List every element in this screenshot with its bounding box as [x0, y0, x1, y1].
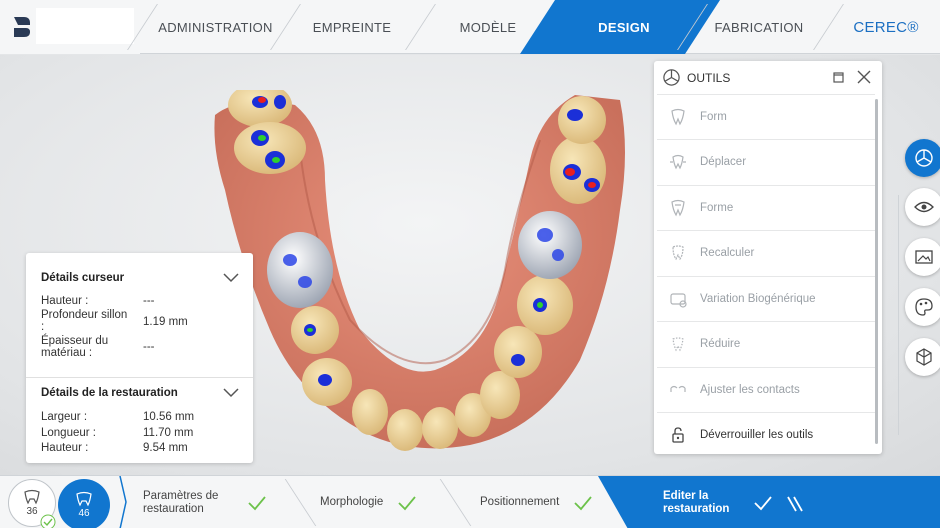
step-parametres-restauration[interactable]: Paramètres de restauration	[143, 476, 293, 528]
molar-icon	[24, 489, 40, 505]
tool-forme-label: Forme	[700, 202, 734, 214]
step-editer-restauration[interactable]: Editer la restauration	[663, 476, 783, 528]
top-navigation-bar: ADMINISTRATION EMPREINTE MODÈLE DESIGN F…	[0, 0, 940, 54]
unlock-icon	[672, 427, 684, 443]
side-tools-button[interactable]	[905, 139, 940, 177]
tool-recalculer-label: Recalculer	[700, 247, 755, 259]
tooth-36-check-icon	[40, 514, 56, 528]
workflow-bar: 36 46 Paramètres de restauration Morphol…	[0, 475, 940, 528]
molar-icon	[76, 491, 92, 507]
shape-tooth-icon	[671, 199, 685, 217]
divider	[26, 377, 253, 378]
tooth-36-number: 36	[26, 506, 38, 517]
tooth-46-button[interactable]: 46	[58, 479, 110, 528]
scrollbar[interactable]	[875, 99, 878, 444]
side-3d-button[interactable]	[905, 338, 940, 376]
tab-design[interactable]: DESIGN	[555, 0, 693, 54]
tab-modele[interactable]: MODÈLE	[424, 0, 552, 54]
reduce-icon	[672, 337, 684, 352]
step-morphologie[interactable]: Morphologie	[320, 476, 460, 528]
tool-ajuster-contacts-label: Ajuster les contacts	[700, 384, 800, 396]
cerec-brand: CEREC®	[853, 18, 919, 36]
check-icon	[754, 495, 772, 510]
restoration-height-value: 9.54 mm	[143, 442, 188, 454]
logo-area	[0, 0, 140, 54]
restoration-length-value: 11.70 mm	[143, 427, 194, 439]
restoration-length-label: Longueur :	[41, 427, 96, 439]
tool-reduire-label: Réduire	[700, 338, 741, 350]
step-parametres-label: Paramètres de restauration	[143, 489, 219, 515]
tool-reduire[interactable]: Réduire	[657, 321, 875, 366]
tab-fabrication[interactable]: FABRICATION	[694, 0, 824, 54]
side-view-button[interactable]	[905, 188, 940, 226]
side-palette-button[interactable]	[905, 288, 940, 326]
tool-forme[interactable]: Forme	[657, 185, 875, 230]
cursor-height-label: Hauteur :	[41, 295, 89, 307]
restoration-details-title: Détails de la restauration	[41, 387, 178, 399]
tooth-46-number: 46	[78, 508, 90, 519]
minimize-icon[interactable]	[833, 72, 844, 83]
tool-recalculer[interactable]: Recalculer	[657, 230, 875, 275]
side-toolbar-line	[898, 195, 899, 435]
eye-icon	[914, 201, 934, 213]
tool-deverrouiller[interactable]: Déverrouiller les outils	[657, 412, 875, 457]
outils-panel: OUTILS Form Déplacer Forme Recalculer Va…	[654, 61, 882, 454]
cursor-depth-label: Profondeur sillon :	[41, 309, 128, 333]
move-tooth-icon	[670, 154, 686, 170]
tool-form-label: Form	[700, 111, 727, 123]
cursor-thickness-label: Épaisseur du matériau :	[41, 335, 109, 359]
chevron-down-icon[interactable]	[223, 273, 239, 283]
image-icon	[915, 250, 933, 264]
step-positionnement-label: Positionnement	[480, 496, 560, 508]
tool-deplacer[interactable]: Déplacer	[657, 139, 875, 184]
tool-form[interactable]: Form	[657, 94, 875, 139]
dentsply-logo-icon	[14, 17, 30, 37]
tools-icon	[915, 149, 933, 167]
check-icon	[398, 495, 416, 510]
side-image-button[interactable]	[905, 238, 940, 276]
step-end-stripes-icon	[787, 496, 803, 512]
restoration-width-value: 10.56 mm	[143, 411, 195, 423]
tab-empreinte[interactable]: EMPREINTE	[288, 0, 416, 54]
restoration-width-label: Largeur :	[41, 411, 88, 423]
check-icon	[574, 495, 592, 510]
tool-variation-biogenerique[interactable]: Variation Biogénérique	[657, 276, 875, 321]
cube-icon	[916, 348, 932, 366]
jaw-3d-model[interactable]	[200, 90, 650, 460]
step-morphologie-label: Morphologie	[320, 496, 384, 508]
tool-deverrouiller-label: Déverrouiller les outils	[700, 429, 814, 441]
logo-placeholder	[36, 8, 134, 44]
cursor-thickness-value: ---	[143, 341, 155, 353]
outils-title: OUTILS	[687, 71, 731, 85]
cursor-details-title: Détails curseur	[41, 272, 125, 284]
tools-icon	[663, 69, 680, 86]
close-icon[interactable]	[857, 70, 871, 84]
palette-icon	[915, 298, 933, 316]
cursor-depth-value: 1.19 mm	[143, 316, 188, 328]
tab-administration[interactable]: ADMINISTRATION	[148, 0, 283, 54]
details-panel: Détails curseur Hauteur : --- Profondeur…	[26, 253, 253, 463]
step-start-chevron-icon	[119, 476, 127, 528]
outils-header: OUTILS	[654, 61, 882, 93]
check-icon	[248, 495, 266, 510]
contacts-icon	[670, 385, 686, 392]
chevron-down-icon[interactable]	[223, 388, 239, 398]
biogeneric-icon	[670, 293, 687, 308]
tool-ajuster-contacts[interactable]: Ajuster les contacts	[657, 367, 875, 412]
3d-viewport[interactable]: Détails curseur Hauteur : --- Profondeur…	[0, 55, 940, 475]
step-positionnement[interactable]: Positionnement	[480, 476, 620, 528]
tool-deplacer-label: Déplacer	[700, 156, 747, 168]
cursor-height-value: ---	[143, 295, 155, 307]
form-tooth-icon	[671, 108, 685, 126]
tool-variation-biogenerique-label: Variation Biogénérique	[700, 293, 816, 305]
recalculate-icon	[672, 245, 684, 261]
restoration-height-label: Hauteur :	[41, 442, 89, 454]
step-editer-label: Editer la restauration	[663, 489, 730, 515]
